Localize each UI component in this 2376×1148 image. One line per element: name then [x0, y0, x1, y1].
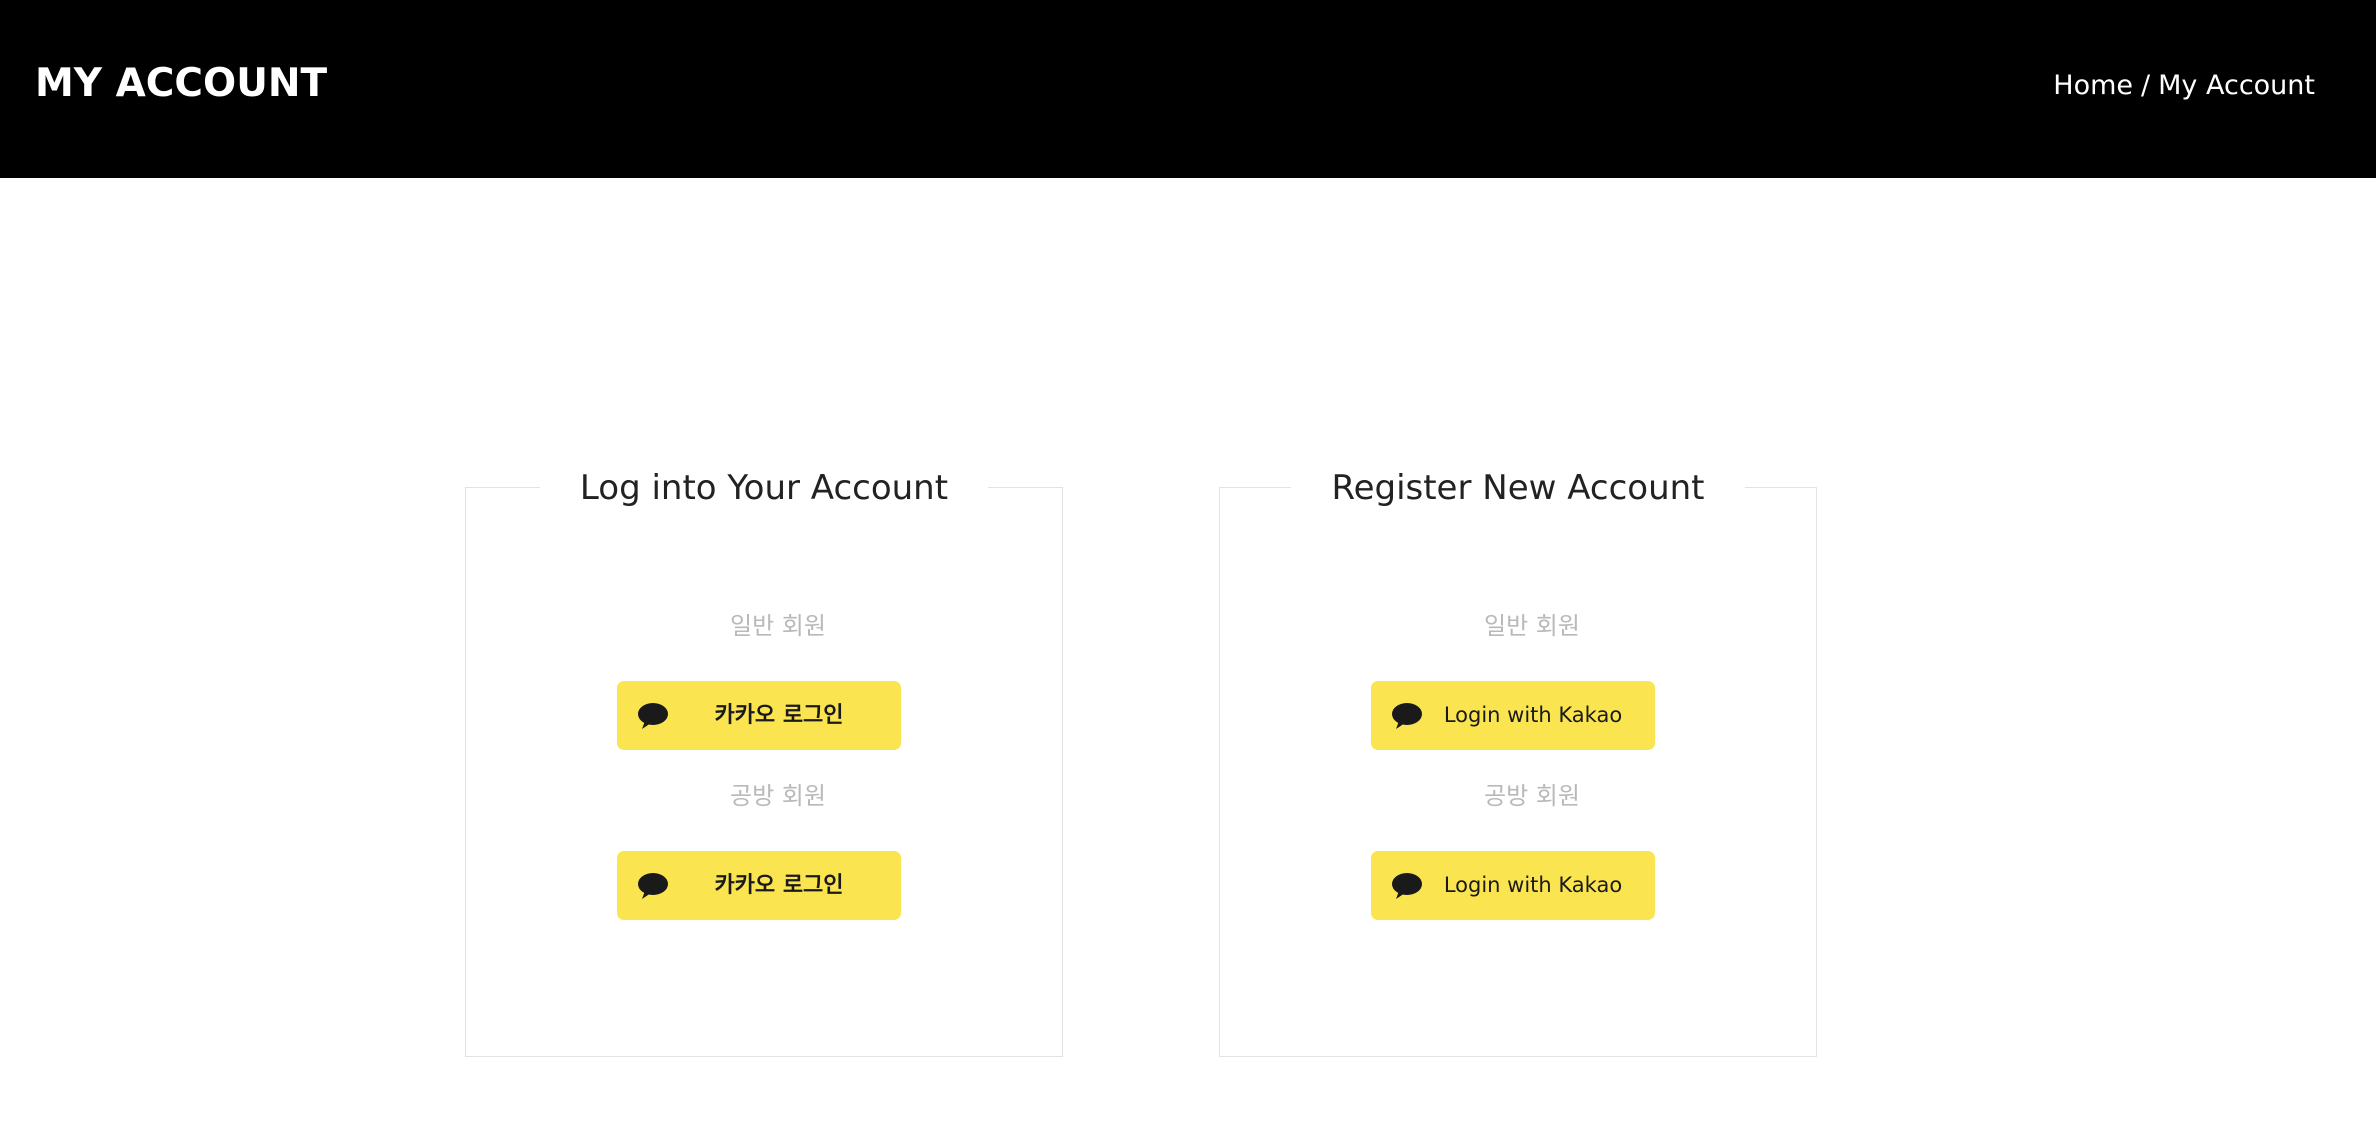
- kakao-register-general-button-label: Login with Kakao: [1443, 703, 1623, 727]
- kakao-login-workshop-button[interactable]: 카카오 로그인: [617, 851, 901, 920]
- workshop-member-label: 공방 회원: [730, 782, 826, 810]
- login-panel: Log into Your Account 일반 회원 카카오 로그인 공방 회…: [465, 464, 1063, 1057]
- speech-bubble-icon: [1392, 703, 1422, 729]
- register-panel-heading-wrap: Register New Account: [1220, 464, 1816, 512]
- breadcrumb-separator: /: [2141, 70, 2151, 101]
- header-bar: MY ACCOUNT Home / My Account: [0, 0, 2376, 178]
- breadcrumb-home-link[interactable]: Home: [2053, 70, 2133, 101]
- breadcrumb: Home / My Account: [2053, 68, 2315, 104]
- general-member-label: 일반 회원: [1484, 612, 1580, 640]
- kakao-login-workshop-button-label: 카카오 로그인: [714, 873, 844, 898]
- kakao-login-general-button[interactable]: 카카오 로그인: [617, 681, 901, 750]
- kakao-register-workshop-button-label: Login with Kakao: [1443, 873, 1623, 897]
- register-panel-heading: Register New Account: [1291, 464, 1745, 512]
- breadcrumb-current: My Account: [2158, 70, 2315, 101]
- login-panel-heading-wrap: Log into Your Account: [466, 464, 1062, 512]
- speech-bubble-icon: [1392, 873, 1422, 899]
- general-member-label: 일반 회원: [730, 612, 826, 640]
- page-title: MY ACCOUNT: [35, 61, 328, 106]
- kakao-register-workshop-button[interactable]: Login with Kakao: [1371, 851, 1655, 920]
- login-panel-heading: Log into Your Account: [539, 464, 989, 512]
- speech-bubble-icon: [638, 873, 668, 899]
- workshop-member-label: 공방 회원: [1484, 782, 1580, 810]
- kakao-login-general-button-label: 카카오 로그인: [714, 703, 844, 728]
- register-panel: Register New Account 일반 회원 Login with Ka…: [1219, 464, 1817, 1057]
- speech-bubble-icon: [638, 703, 668, 729]
- kakao-register-general-button[interactable]: Login with Kakao: [1371, 681, 1655, 750]
